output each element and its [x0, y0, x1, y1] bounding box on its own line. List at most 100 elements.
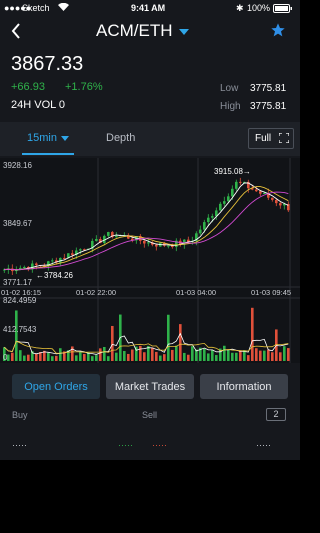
tab-open-orders[interactable]: Open Orders: [12, 374, 100, 399]
pair-title: ACM/ETH: [96, 21, 173, 40]
candle-body: [223, 201, 226, 204]
full-screen-button[interactable]: Full: [248, 128, 294, 149]
volume-bar: [19, 350, 22, 361]
volume-bar: [227, 349, 230, 361]
back-button[interactable]: [10, 22, 22, 45]
volume-bar: [211, 349, 214, 361]
candle-body: [231, 188, 234, 197]
volume-bar: [215, 355, 218, 361]
battery-icon: [273, 4, 293, 15]
candle-body: [227, 196, 230, 202]
candle-body: [107, 232, 110, 236]
volume-bar: [203, 348, 206, 361]
moving-average-lines: [4, 182, 289, 271]
volume-bar: [71, 346, 74, 361]
volume-axis-top: 824.4959: [3, 296, 37, 305]
candle-body: [239, 181, 242, 183]
high-annotation-value: 3915.08: [214, 167, 243, 176]
volume-bar: [111, 325, 114, 361]
kline-chart[interactable]: 3928.16 3849.67 3771.17 3915.08→ ←3784.2…: [0, 158, 300, 363]
candle-body: [79, 249, 82, 251]
volume-bar: [187, 354, 190, 361]
caret-down-icon: [61, 136, 69, 141]
volume-bar: [255, 348, 258, 361]
row-cutoff-buy: ·····: [118, 440, 133, 450]
ma-line: [4, 186, 289, 271]
tab-interval[interactable]: 15min: [10, 122, 80, 156]
candle-body: [203, 222, 206, 230]
favorite-button[interactable]: [270, 22, 286, 43]
candle-body: [263, 193, 266, 195]
candle-body: [199, 229, 202, 234]
candle-body: [219, 203, 222, 211]
buy-label: Buy: [12, 410, 28, 420]
volume-bar: [35, 353, 38, 361]
orderbook-header: Buy Sell 2: [0, 406, 300, 426]
candle-body: [279, 203, 282, 206]
candle-body: [71, 253, 74, 255]
interval-label: 15min: [27, 132, 57, 144]
ma-line: [4, 182, 289, 271]
last-price: 3867.33: [11, 53, 84, 75]
volume-bar: [75, 355, 78, 361]
high-annotation: 3915.08→: [214, 167, 251, 176]
volume-bar: [279, 352, 282, 361]
full-label: Full: [255, 133, 272, 144]
caret-down-icon: [179, 28, 190, 35]
chart-grid: [0, 158, 300, 363]
volume-axis-mid: 412.7543: [3, 325, 37, 334]
volume-bar: [91, 356, 94, 361]
tab-depth[interactable]: Depth: [106, 132, 135, 144]
volume-bar: [11, 352, 14, 361]
volume-bar: [163, 354, 166, 361]
app-screen: ●●●●● Sketch 9:41 AM ✱ 100% ACM/ETH 3867…: [0, 0, 300, 460]
volume-bar: [99, 348, 102, 361]
volume-bar: [247, 355, 250, 361]
candle-body: [167, 245, 170, 247]
candle-body: [235, 181, 238, 189]
depth-badge[interactable]: 2: [266, 408, 286, 421]
volume-bar: [115, 352, 118, 361]
pair-selector[interactable]: ACM/ETH: [96, 21, 190, 41]
battery-percent: 100%: [247, 3, 271, 13]
volume-bar: [107, 356, 110, 361]
volume-bar: [271, 352, 274, 361]
candle-body: [271, 197, 274, 200]
volume-bar: [283, 346, 286, 361]
low-annotation-value: 3784.26: [44, 271, 73, 280]
candle-body: [35, 263, 38, 266]
wifi-icon: [58, 2, 69, 13]
candle-body: [207, 217, 210, 223]
volume-ma-lines: [4, 332, 289, 355]
volume-bar: [251, 307, 254, 361]
volume-bar: [103, 346, 106, 361]
carrier-label: Sketch: [22, 3, 50, 13]
volume-bar: [239, 350, 242, 361]
price-axis-bottom: 3771.17: [3, 278, 32, 287]
tab-underline: [22, 153, 74, 155]
volume-bar: [287, 348, 290, 361]
volume-bar: [55, 355, 58, 361]
candle-body: [155, 244, 158, 247]
price-change: +66.93: [11, 81, 45, 93]
kline-svg: 3928.16 3849.67 3771.17 3915.08→ ←3784.2…: [0, 158, 300, 363]
volume-axis-bottom: 0: [3, 353, 8, 362]
low-value: 3775.81: [250, 83, 287, 94]
expand-icon: [279, 133, 289, 143]
tab-information[interactable]: Information: [200, 374, 288, 399]
volume-bar: [79, 351, 82, 361]
volume-bar: [15, 310, 18, 361]
tab-market-trades[interactable]: Market Trades: [106, 374, 194, 399]
sell-label: Sell: [142, 410, 158, 420]
candle-body: [255, 189, 258, 192]
x-label-2: 01-03 04:00: [176, 288, 216, 297]
volume-bar: [183, 352, 186, 361]
volume-bar: [223, 345, 226, 361]
volume-24h: 24H VOL 0: [11, 99, 66, 111]
row-cutoff-right: ·····: [256, 440, 271, 450]
candle-body: [63, 257, 66, 259]
bluetooth-icon: ✱: [236, 3, 244, 13]
low-label: Low: [220, 83, 239, 94]
high-label: High: [220, 101, 241, 112]
status-bar: ●●●●● Sketch 9:41 AM ✱ 100%: [0, 0, 300, 16]
